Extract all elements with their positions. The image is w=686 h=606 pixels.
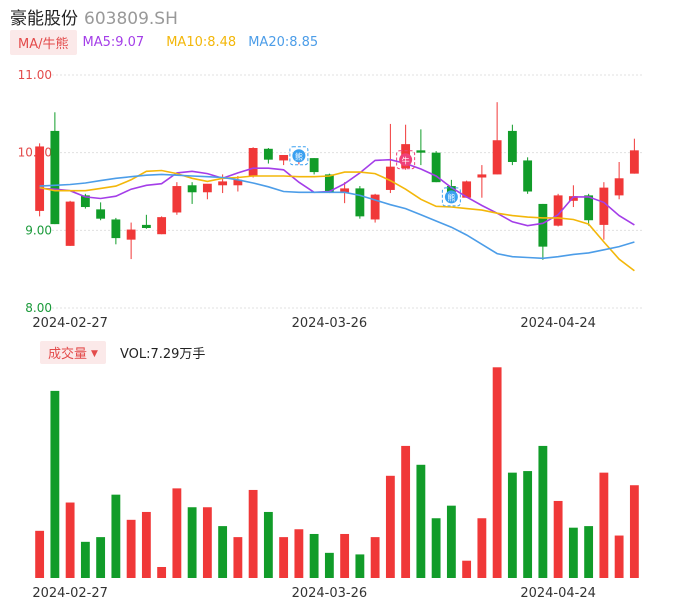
- volume-bar: [416, 464, 426, 578]
- volume-bar: [492, 367, 502, 578]
- candle-body: [50, 130, 60, 225]
- candle-body: [263, 148, 273, 160]
- volume-bar: [629, 485, 639, 578]
- volume-bar: [355, 554, 365, 578]
- volume-bar: [324, 552, 334, 578]
- volume-bar: [65, 502, 75, 578]
- candle-body: [172, 186, 182, 213]
- volume-bar: [294, 529, 304, 578]
- candle-body: [218, 181, 228, 186]
- candle-body: [416, 150, 426, 153]
- volume-bar: [96, 537, 106, 578]
- volume-bar: [172, 488, 182, 578]
- candle-body: [324, 174, 334, 192]
- candle-body: [538, 203, 548, 247]
- volume-bar: [126, 519, 136, 578]
- candle-body: [523, 160, 533, 192]
- candle-body: [126, 229, 136, 240]
- candle-body: [96, 209, 106, 219]
- volume-bar: [202, 507, 212, 578]
- volume-bar: [446, 505, 456, 578]
- stock-chart[interactable]: 11.0010.009.008.00熊 牛熊2024-02-27 2024-03-2…: [0, 0, 686, 606]
- candle-body: [187, 185, 197, 193]
- volume-bar: [462, 560, 472, 578]
- candle-body: [279, 154, 289, 161]
- candle-body: [629, 150, 639, 174]
- y-tick-label: 11.00: [18, 68, 52, 82]
- volume-bar: [584, 526, 594, 578]
- x-tick-label: 2024-03-26: [292, 586, 368, 601]
- candle-body: [355, 188, 365, 217]
- volume-bar: [523, 471, 533, 578]
- candle-body: [35, 146, 45, 211]
- volume-bar: [614, 535, 624, 578]
- volume-bar: [187, 507, 197, 578]
- volume-bar: [263, 511, 273, 578]
- candle-body: [507, 130, 517, 162]
- x-tick-label: 2024-02-27: [32, 316, 108, 331]
- y-tick-label: 8.00: [25, 301, 52, 315]
- volume-bar: [599, 472, 609, 578]
- bull-icon-glyph: 牛: [402, 155, 410, 165]
- candle-body: [157, 217, 167, 235]
- candle-body: [584, 195, 594, 221]
- candle-body: [141, 224, 151, 229]
- volume-bar: [385, 475, 395, 578]
- y-tick-label: 10.00: [18, 146, 52, 160]
- candle-body: [202, 183, 212, 193]
- candle-body: [309, 158, 319, 173]
- x-tick-label: 2024-04-24: [520, 586, 596, 601]
- volume-bar: [309, 533, 319, 578]
- volume-bar: [35, 530, 45, 578]
- bear-icon-glyph: 熊: [295, 151, 303, 161]
- volume-bar: [111, 494, 121, 578]
- volume-bar: [507, 472, 517, 578]
- candle-body: [599, 187, 609, 225]
- candle-body: [614, 178, 624, 196]
- volume-bar: [538, 445, 548, 578]
- volume-bar: [553, 500, 563, 578]
- candle-body: [65, 201, 75, 246]
- x-tick-label: 2024-03-26: [292, 316, 368, 331]
- volume-bar: [431, 518, 441, 578]
- volume-bar: [340, 533, 350, 578]
- volume-bar: [233, 537, 243, 578]
- volume-bar: [50, 390, 60, 578]
- candle-body: [111, 219, 121, 239]
- volume-bar: [80, 541, 90, 578]
- candle-body: [477, 174, 487, 178]
- candle-body: [492, 140, 502, 175]
- candle-body: [248, 148, 258, 176]
- bear-icon: 熊: [289, 146, 309, 166]
- volume-bar: [370, 537, 380, 578]
- bear-icon-glyph: 熊: [447, 192, 455, 202]
- volume-bar: [218, 526, 228, 578]
- volume-bar: [141, 511, 151, 578]
- volume-bar: [568, 527, 578, 578]
- y-tick-label: 9.00: [25, 223, 52, 237]
- x-tick-label: 2024-04-24: [520, 316, 596, 331]
- volume-bar: [157, 566, 167, 578]
- volume-bar: [279, 537, 289, 578]
- volume-bar: [401, 445, 411, 578]
- volume-bar: [477, 518, 487, 578]
- x-tick-label: 2024-02-27: [32, 586, 108, 601]
- volume-bar: [248, 489, 258, 578]
